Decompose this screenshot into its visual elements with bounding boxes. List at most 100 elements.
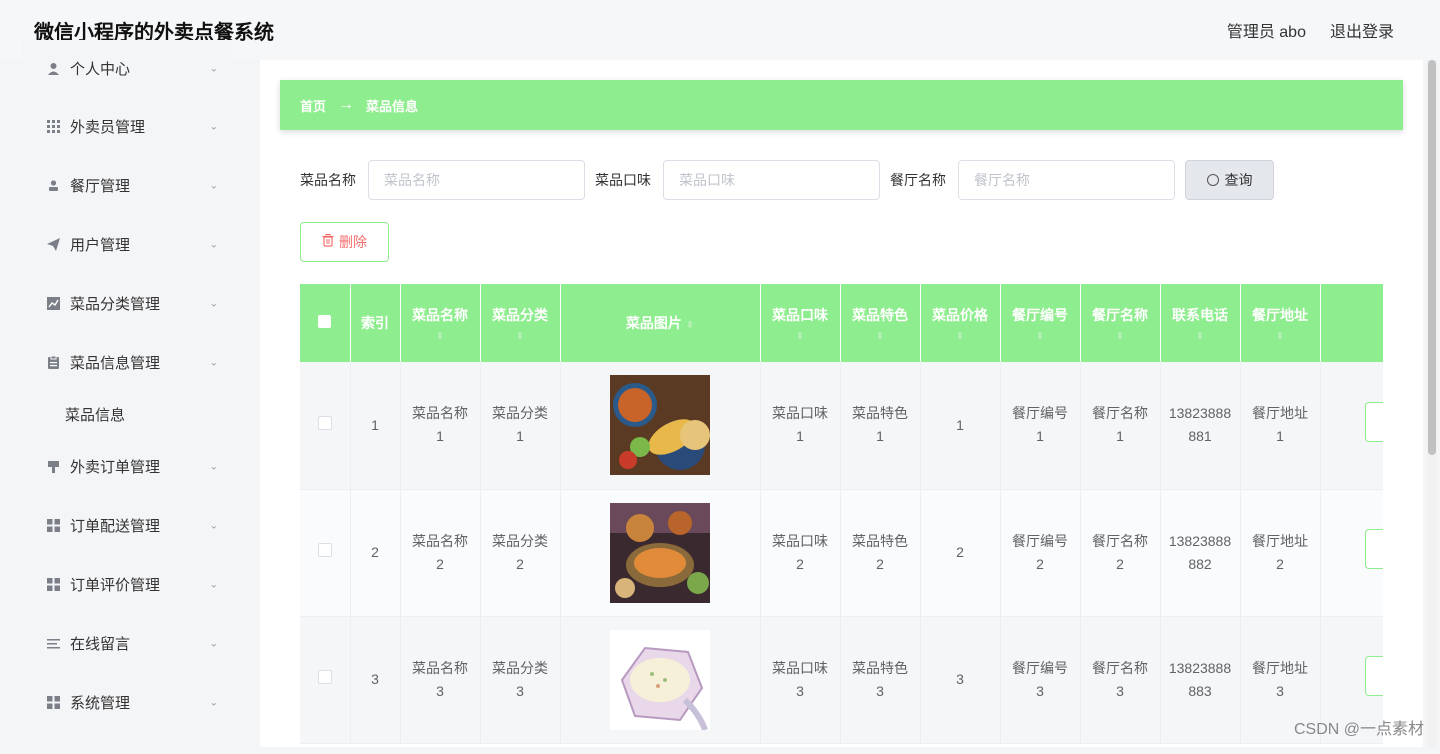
grid-icon [46, 578, 60, 592]
clipboard-icon [46, 356, 60, 370]
row-checkbox[interactable] [300, 489, 350, 616]
restaurant-name-input[interactable] [958, 160, 1175, 200]
table-row: 2 菜品名称2 菜品分类2 菜品口味2 菜品特色2 2 餐厅编号2 餐厅名称2 … [300, 489, 1383, 616]
sidebar-item-messages[interactable]: 在线留言 ⌄ [22, 614, 232, 673]
search-form: 菜品名称 菜品口味 餐厅名称 查询 [300, 160, 1274, 200]
dish-name-input[interactable] [368, 160, 585, 200]
admin-user-label[interactable]: 管理员 abo [1227, 18, 1306, 42]
select-all-checkbox[interactable] [300, 284, 350, 362]
send-icon [46, 238, 60, 252]
grid-icon [46, 696, 60, 710]
sidebar-item-label: 菜品信息管理 [70, 352, 160, 373]
query-button[interactable]: 查询 [1185, 160, 1274, 200]
sort-icon[interactable]: ⬍ [925, 331, 996, 342]
sort-icon[interactable]: ⬍ [485, 331, 556, 342]
cell-address: 餐厅地址2 [1240, 489, 1320, 616]
column-header[interactable]: 餐厅名称⬍ [1080, 284, 1160, 362]
row-checkbox[interactable] [300, 362, 350, 489]
cell-restaurant-name: 餐厅名称2 [1080, 489, 1160, 616]
sidebar-item-courier[interactable]: 外卖员管理 ⌄ [22, 97, 232, 156]
row-action-button[interactable] [1365, 402, 1384, 442]
sort-icon[interactable]: ⬍ [1165, 331, 1236, 342]
sidebar-item-delivery[interactable]: 订单配送管理 ⌄ [22, 496, 232, 555]
column-header[interactable]: 菜品特色⬍ [840, 284, 920, 362]
trash-icon [322, 234, 334, 250]
sort-icon[interactable]: ⬍ [765, 331, 836, 342]
scrollbar-thumb[interactable] [1428, 60, 1436, 455]
cell-category: 菜品分类2 [480, 489, 560, 616]
column-header[interactable]: 餐厅地址⬍ [1240, 284, 1320, 362]
cell-price: 1 [920, 362, 1000, 489]
cell-flavor: 菜品口味1 [760, 362, 840, 489]
sidebar-item-label: 订单配送管理 [70, 515, 160, 536]
cell-image [560, 489, 760, 616]
sidebar-item-label: 个人中心 [70, 58, 130, 79]
row-action-button[interactable] [1365, 656, 1384, 696]
list-icon [46, 637, 60, 651]
sidebar: 个人中心 ⌄ 外卖员管理 ⌄ 餐厅管理 ⌄ 用户管理 ⌄ 菜品分类管理 ⌄ 菜品… [22, 40, 232, 747]
chevron-down-icon: ⌄ [210, 63, 218, 74]
column-header[interactable]: 菜品名称⬍ [400, 284, 480, 362]
dish-image [610, 375, 710, 475]
sidebar-item-dish-category[interactable]: 菜品分类管理 ⌄ [22, 274, 232, 333]
dish-table: 索引 菜品名称⬍ 菜品分类⬍ 菜品图片 ⬍ 菜品口味⬍ 菜品特色⬍ 菜品价格⬍ … [300, 284, 1383, 754]
sidebar-item-label: 在线留言 [70, 633, 130, 654]
chevron-down-icon: ⌄ [210, 638, 218, 649]
sidebar-item-personal-center[interactable]: 个人中心 ⌄ [22, 40, 232, 97]
brush-icon [46, 460, 60, 474]
cell-name: 菜品名称1 [400, 362, 480, 489]
watermark: CSDN @一点素材 [1294, 715, 1424, 739]
sidebar-item-label: 餐厅管理 [70, 175, 130, 196]
column-header-actions [1320, 284, 1383, 362]
cell-restaurant-name: 餐厅名称3 [1080, 616, 1160, 743]
column-header[interactable]: 菜品图片 ⬍ [560, 284, 760, 362]
sort-icon[interactable]: ⬍ [1245, 331, 1316, 342]
dish-flavor-input[interactable] [663, 160, 880, 200]
breadcrumb-home[interactable]: 首页 [300, 96, 326, 115]
sidebar-subitem-dish-info[interactable]: 菜品信息 [22, 392, 232, 437]
sidebar-item-label: 菜品分类管理 [70, 293, 160, 314]
chevron-down-icon: ⌄ [210, 180, 218, 191]
chevron-down-icon: ⌄ [210, 697, 218, 708]
chevron-down-icon: ⌄ [210, 357, 218, 368]
cell-actions [1320, 489, 1383, 616]
row-checkbox[interactable] [300, 616, 350, 743]
sidebar-item-users[interactable]: 用户管理 ⌄ [22, 215, 232, 274]
cell-restaurant-no: 餐厅编号3 [1000, 616, 1080, 743]
dish-name-label: 菜品名称 [300, 170, 356, 190]
grid-icon [46, 519, 60, 533]
sidebar-item-dish-info[interactable]: 菜品信息管理 ⌄ [22, 333, 232, 392]
sidebar-item-takeout-orders[interactable]: 外卖订单管理 ⌄ [22, 437, 232, 496]
breadcrumb: 首页 → 菜品信息 [280, 80, 1403, 130]
sort-icon[interactable]: ⬍ [1085, 331, 1156, 342]
user-icon [46, 62, 60, 76]
top-right-actions: 管理员 abo 退出登录 [1227, 18, 1394, 42]
column-header[interactable]: 菜品分类⬍ [480, 284, 560, 362]
chevron-down-icon: ⌄ [210, 121, 218, 132]
cell-actions [1320, 362, 1383, 489]
sort-icon[interactable]: ⬍ [1005, 331, 1076, 342]
sort-icon[interactable]: ⬍ [405, 331, 476, 342]
sort-icon[interactable]: ⬍ [686, 320, 694, 331]
row-action-button[interactable] [1365, 529, 1384, 569]
column-header[interactable]: 菜品口味⬍ [760, 284, 840, 362]
delete-button[interactable]: 删除 [300, 222, 389, 262]
chevron-down-icon: ⌄ [210, 579, 218, 590]
search-icon [1207, 174, 1219, 186]
dish-image [610, 503, 710, 603]
column-header[interactable]: 菜品价格⬍ [920, 284, 1000, 362]
sidebar-item-system[interactable]: 系统管理 ⌄ [22, 673, 232, 732]
sidebar-item-restaurant[interactable]: 餐厅管理 ⌄ [22, 156, 232, 215]
cell-feature: 菜品特色2 [840, 489, 920, 616]
cell-flavor: 菜品口味2 [760, 489, 840, 616]
logout-button[interactable]: 退出登录 [1330, 18, 1394, 42]
chevron-down-icon: ⌄ [210, 520, 218, 531]
sidebar-item-label: 外卖员管理 [70, 116, 145, 137]
sort-icon[interactable]: ⬍ [845, 331, 916, 342]
column-header[interactable]: 联系电话⬍ [1160, 284, 1240, 362]
sidebar-item-reviews[interactable]: 订单评价管理 ⌄ [22, 555, 232, 614]
page-scrollbar[interactable] [1427, 60, 1437, 747]
column-header[interactable]: 餐厅编号⬍ [1000, 284, 1080, 362]
cell-category: 菜品分类1 [480, 362, 560, 489]
cell-feature: 菜品特色1 [840, 362, 920, 489]
